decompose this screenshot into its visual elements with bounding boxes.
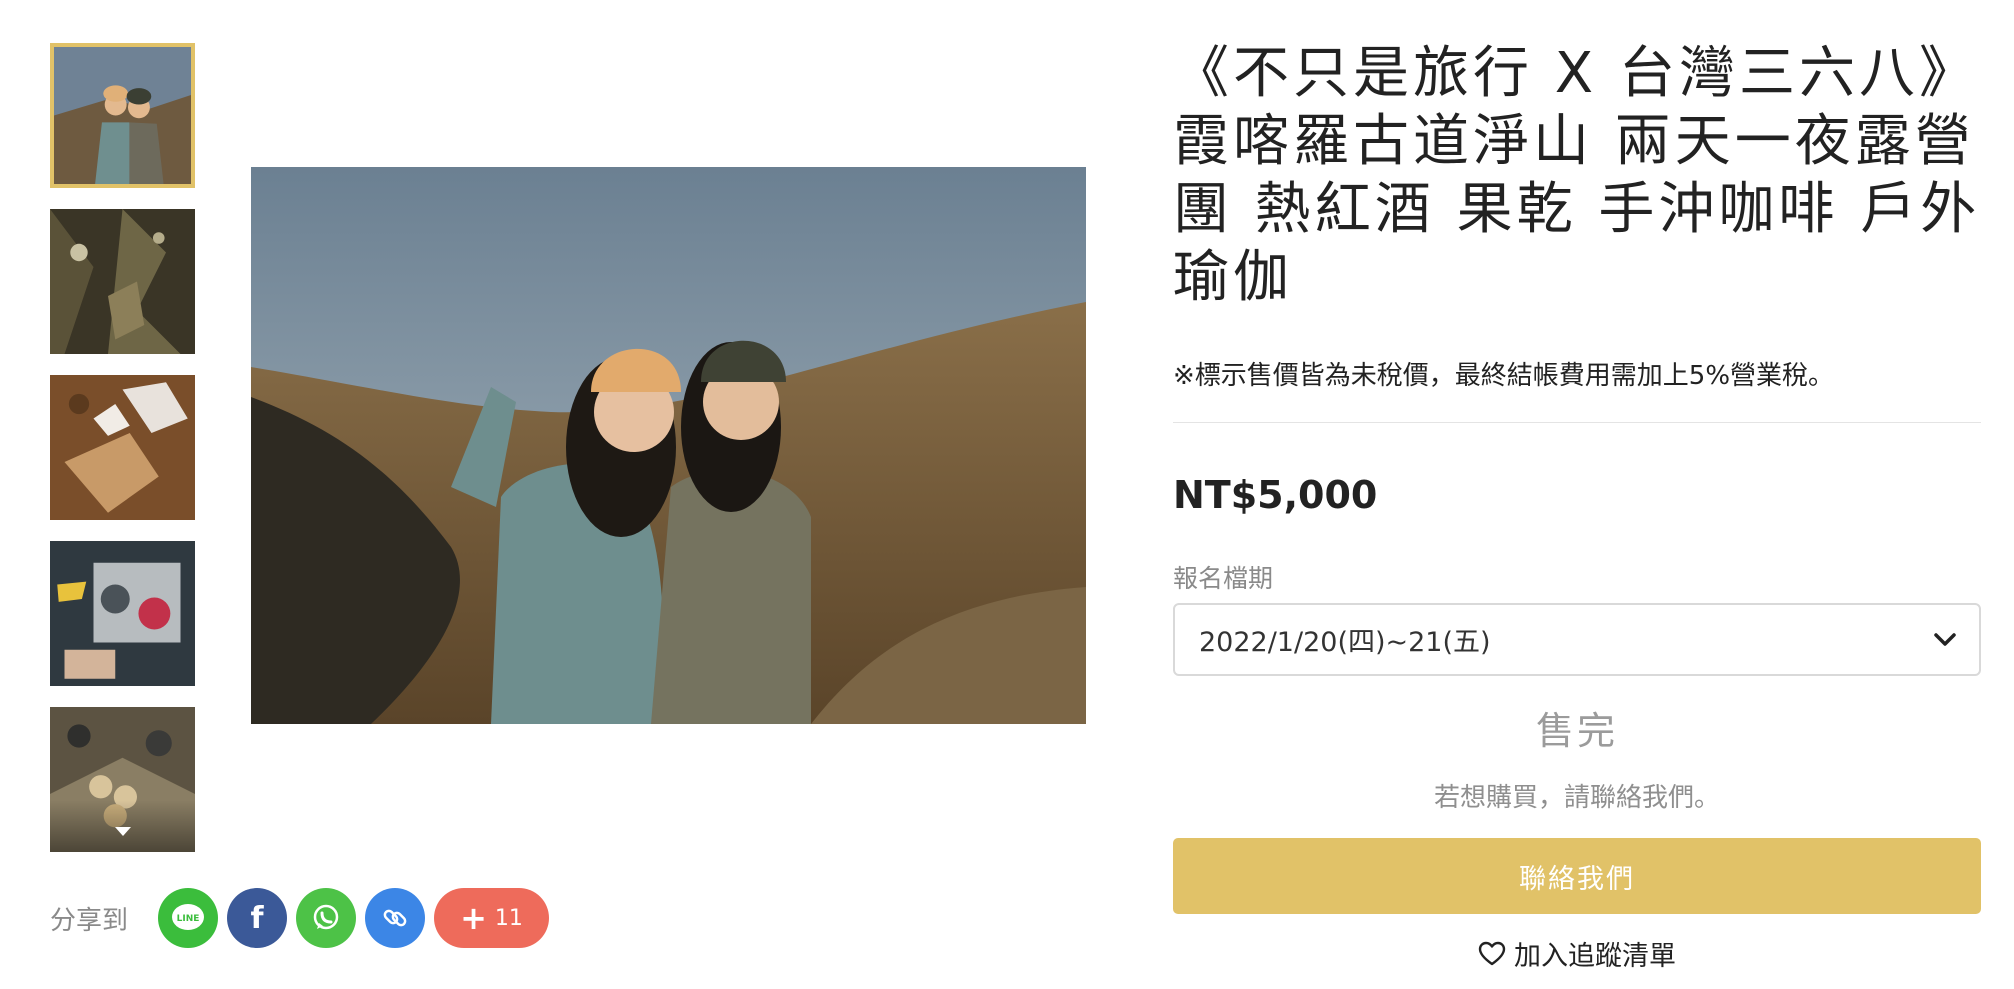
thumbnail-3[interactable] xyxy=(50,375,195,520)
share-copy-link-button[interactable] xyxy=(365,888,426,948)
sold-out-label: 售完 xyxy=(1535,709,1618,753)
heart-icon xyxy=(1478,941,1506,965)
line-icon: LINE xyxy=(172,904,205,930)
line-logo-text: LINE xyxy=(177,914,200,924)
add-to-wishlist-button[interactable]: 加入追蹤清單 xyxy=(1173,934,1981,973)
divider xyxy=(1173,422,1981,423)
link-icon xyxy=(383,909,407,927)
product-price: NT$5,000 xyxy=(1173,473,1378,517)
share-bar: 分享到 LINE f + 11 xyxy=(50,888,558,948)
share-facebook-button[interactable]: f xyxy=(227,888,288,948)
whatsapp-icon xyxy=(313,904,339,930)
tax-note: ※標示售價皆為未稅價，最終結帳費用需加上5%營業稅。 xyxy=(1173,361,1835,391)
share-line-button[interactable]: LINE xyxy=(158,888,219,948)
chevron-down-icon xyxy=(1934,632,1956,646)
share-more-button[interactable]: + 11 xyxy=(434,888,550,948)
product-info-panel: 《不只是旅行 X 台灣三六八》霞喀羅古道淨山 兩天一夜露營團 熱紅酒 果乾 手沖… xyxy=(1173,40,1981,973)
contact-us-button[interactable]: 聯絡我們 xyxy=(1173,838,1981,914)
plus-icon: + xyxy=(460,899,487,937)
thumbnail-scroll-down[interactable] xyxy=(50,800,195,852)
thumbnail-4[interactable] xyxy=(50,541,195,686)
thumbnail-list xyxy=(50,43,195,873)
period-label: 報名檔期 xyxy=(1173,564,1274,593)
facebook-icon: f xyxy=(250,900,264,936)
share-label: 分享到 xyxy=(50,905,129,936)
period-select[interactable]: 2022/1/20(四)~21(五) xyxy=(1173,603,1981,676)
thumbnail-2[interactable] xyxy=(50,209,195,354)
thumbnail-1[interactable] xyxy=(50,43,195,188)
contact-note: 若想購買，請聯絡我們。 xyxy=(1433,783,1720,813)
share-more-count: 11 xyxy=(494,905,523,931)
main-product-image[interactable] xyxy=(251,167,1086,724)
product-title: 《不只是旅行 X 台灣三六八》霞喀羅古道淨山 兩天一夜露營團 熱紅酒 果乾 手沖… xyxy=(1173,41,1981,310)
share-whatsapp-button[interactable] xyxy=(296,888,357,948)
chevron-down-icon xyxy=(114,826,131,836)
thumbnail-5[interactable] xyxy=(50,707,195,852)
wishlist-label: 加入追蹤清單 xyxy=(1514,941,1676,972)
period-select-value: 2022/1/20(四)~21(五) xyxy=(1199,627,1491,658)
